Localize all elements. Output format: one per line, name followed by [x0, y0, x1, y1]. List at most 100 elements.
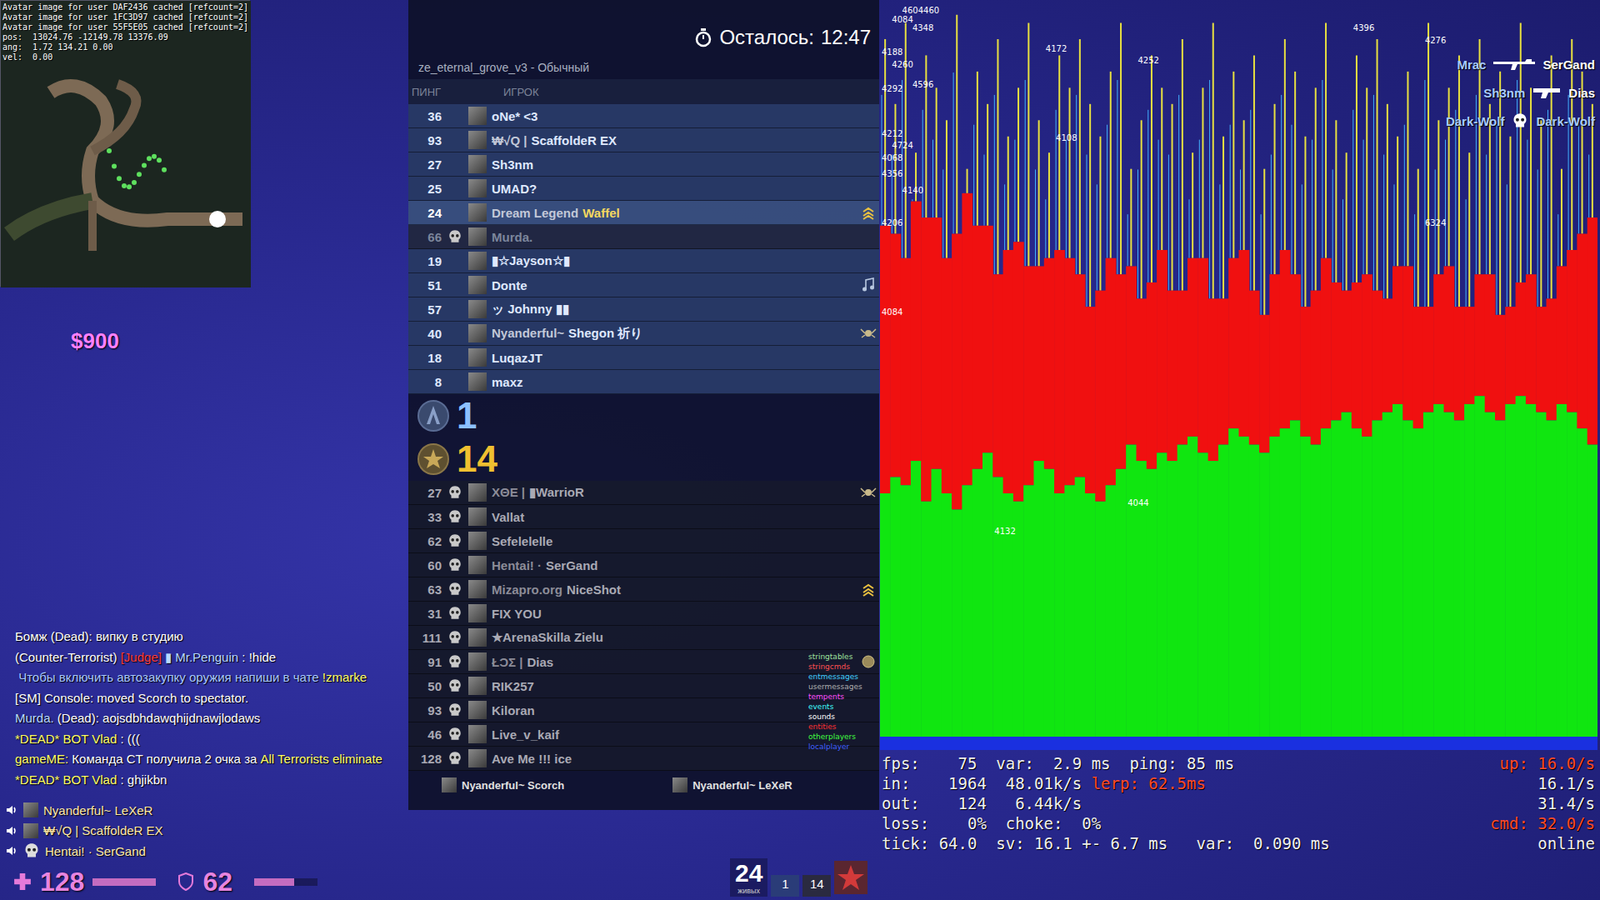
ct-round-score: 1: [770, 875, 800, 897]
green-bar: [1054, 493, 1065, 737]
player-row[interactable]: 63 Mizapro.org NiceShot: [408, 577, 880, 602]
player-row[interactable]: 57 ッ Johnny ▮▮: [408, 297, 880, 322]
green-bar: [1351, 428, 1363, 737]
green-bar: [1300, 436, 1311, 737]
player-row[interactable]: 27 Sh3nm: [408, 152, 880, 177]
spike-line: [1127, 214, 1129, 266]
red-bar: [1064, 258, 1075, 486]
nickname: maxz: [491, 375, 524, 390]
player-name: Murda.: [491, 230, 853, 245]
spike-line: [1027, 22, 1030, 266]
chat-segment: [Judge]: [120, 650, 162, 665]
column-header: ПИНГ ИГРОК: [408, 79, 880, 105]
rate-line: 16.1/s: [1490, 773, 1595, 794]
graph-annotation: 4084: [881, 307, 903, 317]
red-bar: [1054, 250, 1065, 494]
red-bar: [1515, 282, 1527, 396]
spike-line: [1189, 199, 1190, 258]
spectator[interactable]: Nyanderful~ LeXeR: [672, 777, 793, 793]
player-ping: 128: [408, 751, 442, 766]
player-name: Nyanderful~ Shegon 祈り: [491, 325, 853, 342]
player-row[interactable]: 8 maxz: [408, 370, 880, 395]
stat-text: tick: 64.0 sv: 16.1 +- 6.7 ms var: 0.090…: [881, 834, 1330, 853]
graph-annotation: 4596: [912, 80, 934, 90]
green-bar: [1576, 428, 1588, 737]
player-row[interactable]: 31 FIX YOU: [408, 601, 880, 626]
debug-line: Avatar image for user 1FC3D97 cached [re…: [2, 12, 249, 23]
spike-line: [1414, 214, 1415, 307]
skull-icon: [1510, 112, 1530, 130]
spike-line: [1458, 55, 1460, 307]
player-row[interactable]: 33 Vallat: [408, 505, 880, 530]
player-row[interactable]: 62 Sefelelelle: [408, 529, 880, 554]
player-row[interactable]: 93 ₩√Q | ScaffoldeR EX: [408, 128, 880, 153]
player-row[interactable]: 36 oNe* <3: [408, 104, 880, 129]
green-bar: [1402, 420, 1414, 737]
spike-line: [1321, 80, 1323, 259]
chat-segment: gameME:: [15, 751, 69, 766]
red-bar: [1115, 274, 1127, 470]
green-bar: [1177, 445, 1189, 737]
spike-line: [1243, 120, 1245, 250]
red-bar: [1382, 298, 1394, 412]
player-row[interactable]: 24 Dream Legend Waffel: [408, 200, 880, 225]
alive-counter: 24 живых: [730, 858, 768, 897]
graph-annotation: 4084: [891, 15, 913, 25]
green-bar: [1115, 469, 1127, 737]
green-bar: [1218, 445, 1230, 737]
nickname: Sefelelelle: [491, 534, 553, 549]
chat-segment: : ghjikbn: [116, 772, 167, 787]
legend-item: entmessages: [808, 671, 863, 682]
avatar: [468, 251, 487, 270]
spike-line: [1304, 136, 1306, 307]
coin-icon: [860, 654, 876, 670]
spike-line: [1479, 39, 1481, 275]
red-bar: [1290, 274, 1301, 420]
green-bar: [880, 493, 891, 737]
player-row[interactable]: 66 Murda.: [408, 225, 880, 250]
player-name: maxz: [491, 375, 853, 390]
player-name: Donte: [491, 278, 853, 293]
column-label: ПИНГ: [408, 85, 455, 99]
player-row[interactable]: 18 LuqazJT: [408, 345, 880, 370]
green-bar: [1095, 501, 1106, 737]
player-row[interactable]: 40 Nyanderful~ Shegon 祈り: [408, 321, 880, 346]
red-bar: [1034, 265, 1045, 461]
green-bar: [1044, 469, 1055, 737]
debug-line: Avatar image for user 55F5E05 cached [re…: [2, 22, 249, 33]
red-bar: [1085, 306, 1096, 494]
spectator[interactable]: Nyanderful~ Scorch: [441, 777, 565, 793]
skull-icon: [447, 750, 463, 766]
player-row[interactable]: 111 ★ArenaSkilla Zielu: [408, 625, 880, 650]
spike-line: [911, 199, 913, 201]
green-bar: [1505, 404, 1516, 737]
wing-emblem-icon: [860, 325, 877, 341]
nickname: Kiloran: [491, 703, 535, 718]
spike-line: [1007, 136, 1010, 250]
player-ping: 24: [408, 205, 442, 220]
player-row[interactable]: 60 Hentai! · SerGand: [408, 553, 880, 578]
graph-annotation: 4292: [881, 84, 903, 94]
green-bar: [1423, 412, 1435, 737]
green-bar: [920, 501, 932, 737]
red-bar: [1269, 274, 1280, 437]
clan-tag: Hentai! ·: [491, 558, 542, 573]
clan-tag: ₩√Q |: [491, 133, 527, 148]
spike-line: [1417, 169, 1420, 307]
green-bar: [992, 477, 1004, 737]
player-row[interactable]: 19 ▮☆Jayson☆▮: [408, 249, 880, 274]
legend-item: entities: [808, 721, 863, 732]
red-bar: [1454, 306, 1465, 420]
spike-line: [1588, 155, 1590, 219]
player-row[interactable]: 51 Donte: [408, 273, 880, 298]
avatar: [468, 749, 487, 768]
spike-line: [1096, 184, 1098, 290]
player-row[interactable]: 27 XΘE | ▮WarrioR: [408, 480, 880, 505]
player-name: FIX YOU: [491, 606, 853, 621]
spike-line: [1240, 169, 1241, 250]
player-name: Live_v_kaif: [491, 727, 853, 742]
player-name: ッ Johnny ▮▮: [491, 301, 853, 318]
player-row[interactable]: 25 UMAD?: [408, 176, 880, 201]
spike-line: [922, 110, 924, 218]
spike-line: [1383, 155, 1385, 300]
